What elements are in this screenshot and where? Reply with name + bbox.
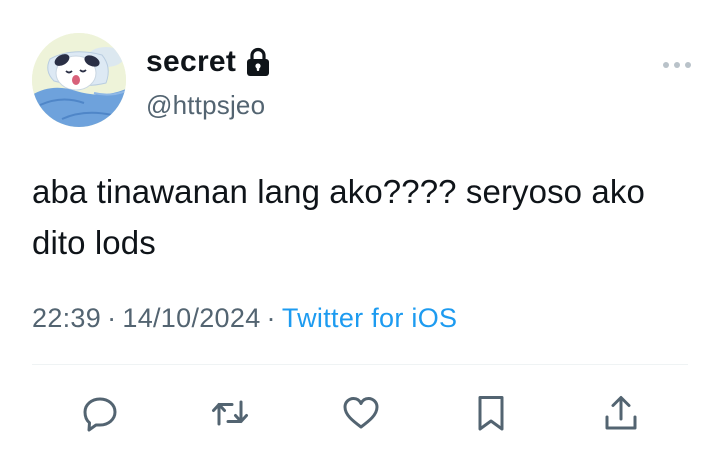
- action-bar: [0, 388, 720, 438]
- tweet-time[interactable]: 22:39: [32, 303, 101, 333]
- retweet-button[interactable]: [205, 388, 255, 438]
- display-name[interactable]: secret: [146, 45, 236, 79]
- lock-icon: [247, 47, 270, 76]
- meta-separator: ·: [266, 303, 276, 333]
- tweet-text: aba tinawanan lang ako???? seryoso ako d…: [32, 173, 645, 261]
- share-icon: [605, 396, 637, 430]
- tweet-source[interactable]: Twitter for iOS: [282, 303, 458, 333]
- avatar[interactable]: [32, 33, 126, 127]
- sleeping-character-avatar-icon: [32, 33, 126, 127]
- retweet-icon: [212, 400, 248, 426]
- like-button[interactable]: [336, 388, 386, 438]
- heart-icon: [343, 397, 379, 429]
- reply-button[interactable]: [75, 388, 125, 438]
- author-name-row: secret: [146, 45, 271, 79]
- bookmark-button[interactable]: [466, 388, 516, 438]
- reply-icon: [83, 397, 117, 432]
- more-options-icon[interactable]: [662, 60, 692, 70]
- author-handle[interactable]: @httpsjeo: [146, 90, 265, 121]
- meta-separator: ·: [107, 303, 117, 333]
- bookmark-icon: [478, 396, 504, 431]
- tweet-date[interactable]: 14/10/2024: [122, 303, 260, 333]
- divider: [32, 364, 688, 365]
- share-button[interactable]: [596, 388, 646, 438]
- tweet-header: secret @httpsjeo: [32, 32, 692, 128]
- tweet-meta: 22:39 · 14/10/2024 · Twitter for iOS: [32, 303, 457, 334]
